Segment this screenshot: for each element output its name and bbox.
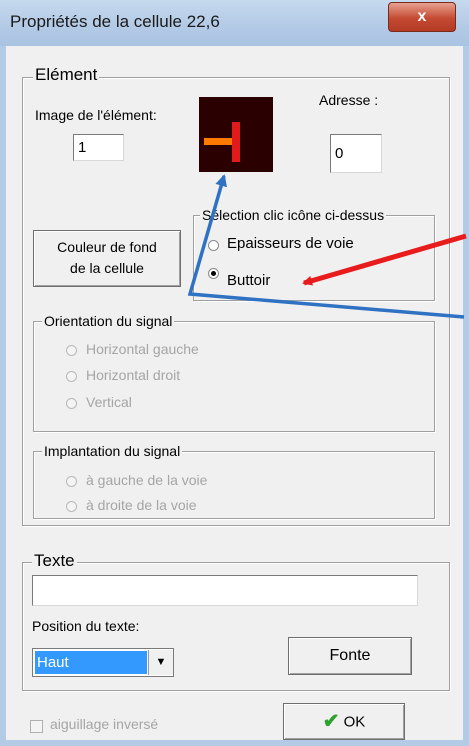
- annotation-arrows: [187, 174, 467, 319]
- red-annotation-arrow: [302, 233, 467, 286]
